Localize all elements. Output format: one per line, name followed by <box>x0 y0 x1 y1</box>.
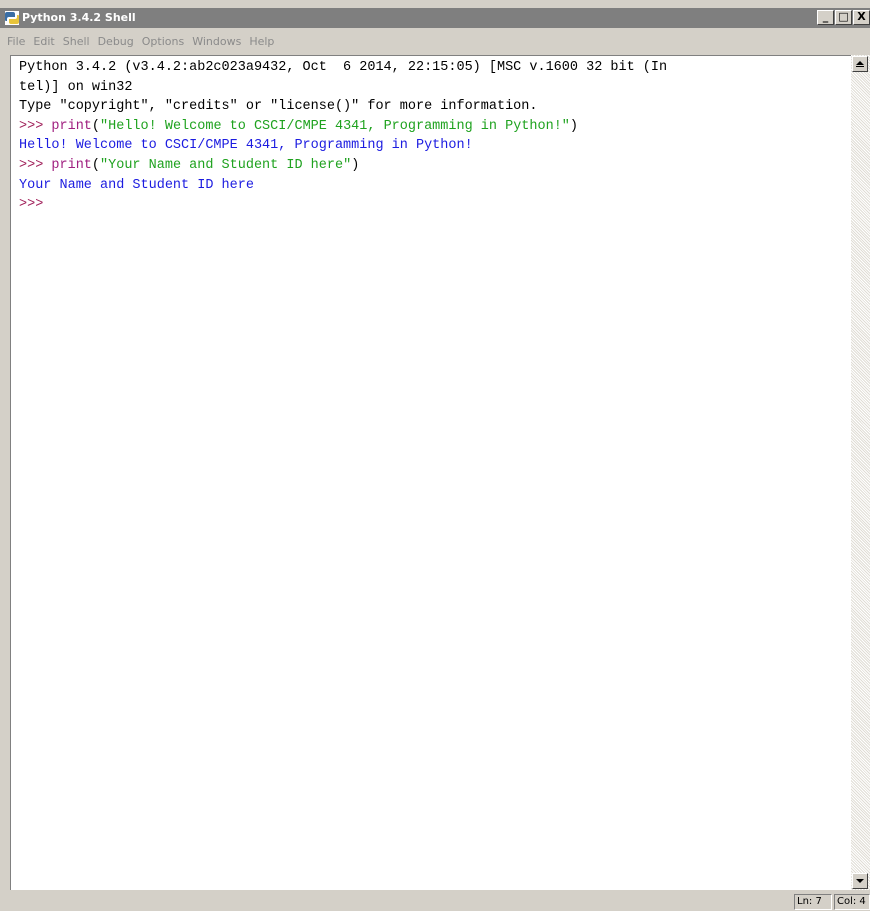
shell-prompt: >>> <box>19 118 52 134</box>
builtin-keyword: print <box>51 157 92 173</box>
string-literal: "Your Name and Student ID here" <box>100 157 352 173</box>
stdout-line: Hello! Welcome to CSCI/CMPE 4341, Progra… <box>19 138 473 154</box>
shell-output: Python 3.4.2 (v3.4.2:ab2c023a9432, Oct 6… <box>19 58 667 215</box>
menu-edit[interactable]: Edit <box>29 33 58 51</box>
paren: ) <box>569 118 579 134</box>
python-logo-icon <box>4 10 20 26</box>
scroll-up-button[interactable] <box>852 56 868 72</box>
shell-text-area[interactable]: Python 3.4.2 (v3.4.2:ab2c023a9432, Oct 6… <box>10 55 851 890</box>
scroll-top-line <box>856 66 864 67</box>
builtin-keyword: print <box>51 118 92 134</box>
status-line-number: Ln: 7 <box>794 894 832 910</box>
vertical-scrollbar[interactable] <box>851 55 870 890</box>
maximize-button[interactable]: □ <box>835 10 852 25</box>
menu-help[interactable]: Help <box>245 33 278 51</box>
arrow-up-icon <box>856 61 864 65</box>
title-bar[interactable]: Python 3.4.2 Shell _ □ X <box>0 8 870 28</box>
info-line: Type "copyright", "credits" or "license(… <box>19 99 538 115</box>
string-literal: "Hello! Welcome to CSCI/CMPE 4341, Progr… <box>100 118 570 134</box>
idle-shell-window: Python 3.4.2 Shell _ □ X File Edit Shell… <box>0 0 870 911</box>
status-bar: Ln: 7 Col: 4 <box>0 891 870 911</box>
menu-file[interactable]: File <box>3 33 29 51</box>
menu-options[interactable]: Options <box>138 33 188 51</box>
banner-line: tel)] on win32 <box>19 79 133 95</box>
shell-prompt: >>> <box>19 157 52 173</box>
paren: ) <box>351 157 360 173</box>
status-column-number: Col: 4 <box>834 894 870 910</box>
scroll-down-button[interactable] <box>852 873 868 889</box>
paren: ( <box>91 157 101 173</box>
stdout-line: Your Name and Student ID here <box>19 177 254 193</box>
menu-windows[interactable]: Windows <box>188 33 245 51</box>
window-title: Python 3.4.2 Shell <box>22 11 136 24</box>
caption-buttons: _ □ X <box>816 10 870 26</box>
banner-line: Python 3.4.2 (v3.4.2:ab2c023a9432, Oct 6… <box>19 60 668 75</box>
close-button[interactable]: X <box>853 10 870 25</box>
menu-bar: File Edit Shell Debug Options Windows He… <box>0 32 870 52</box>
paren: ( <box>91 118 101 134</box>
shell-prompt: >>> <box>19 197 52 213</box>
menu-shell[interactable]: Shell <box>59 33 94 51</box>
arrow-down-icon <box>856 879 864 883</box>
menu-debug[interactable]: Debug <box>94 33 138 51</box>
minimize-button[interactable]: _ <box>817 10 834 25</box>
